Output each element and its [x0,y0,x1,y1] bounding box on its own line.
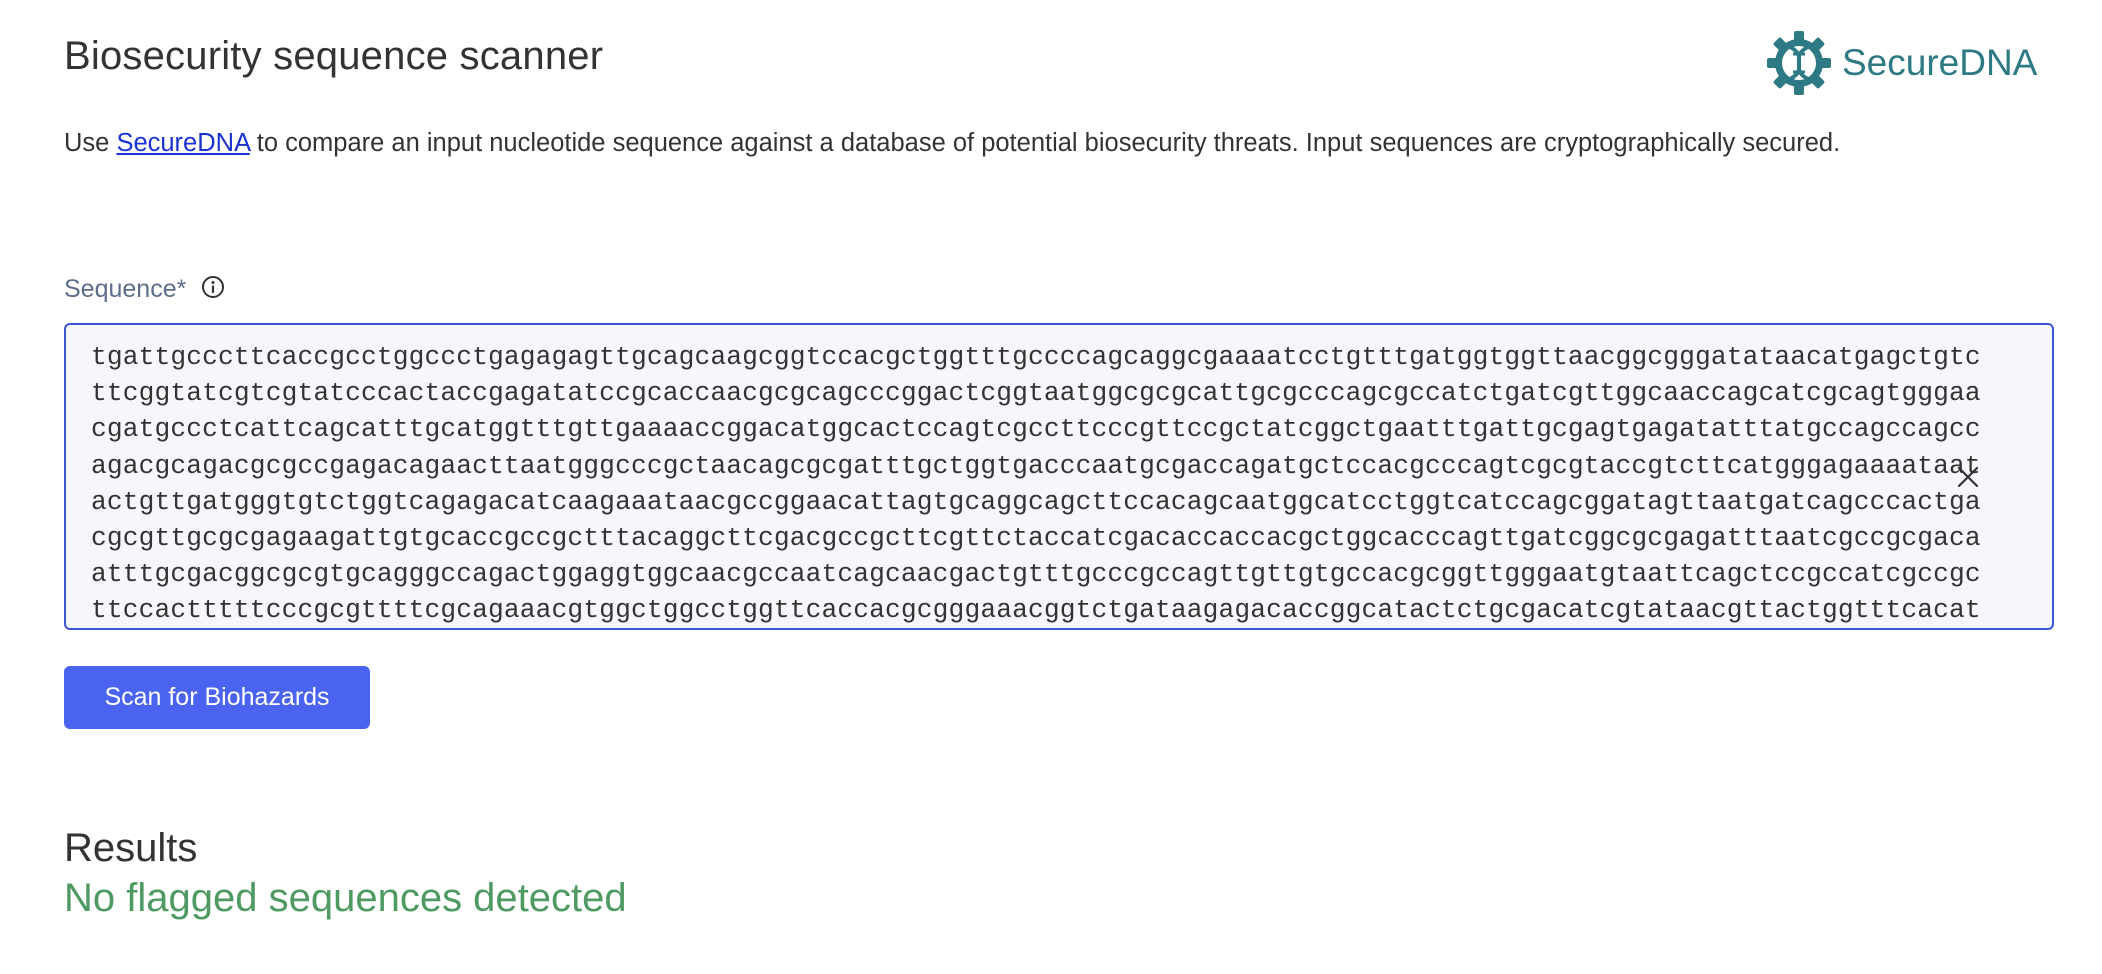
intro-suffix: to compare an input nucleotide sequence … [249,129,1841,157]
sequence-label: Sequence* [64,275,226,304]
close-icon [1957,466,1979,488]
info-circle-icon[interactable] [200,274,226,300]
sequence-line: cgatgccctcattcagcatttgcatggtttgttgaaaacc… [91,414,1981,445]
sequence-input[interactable]: tgattgcccttcaccgcctggccctgagagagttgcagca… [64,323,2054,630]
brand-logo-link[interactable]: SecureDNA [1766,30,2037,96]
sequence-text[interactable]: tgattgcccttcaccgcctggccctgagagagttgcagca… [91,339,1981,629]
sequence-line: ttcggtatcgtcgtatcccactaccgagatatccgcacca… [91,378,1981,409]
brand-name: SecureDNA [1842,42,2038,83]
results-status: No flagged sequences detected [64,876,627,920]
sequence-label-text: Sequence* [64,275,187,303]
sequence-line: actgttgatgggtgtctggtcagagacatcaagaaataac… [91,486,1981,517]
results-heading: Results [64,826,198,870]
securedna-link[interactable]: SecureDNA [116,129,249,157]
sequence-line: tgattgcccttcaccgcctggccctgagagagttgcagca… [91,342,1981,372]
sequence-line: cgcgttgcgcgagaagattgtgcaccgccgctttacaggc… [91,523,1981,554]
intro-prefix: Use [64,129,117,157]
sequence-line: ttccactttttcccgcgttttcgcagaaacgtggctggcc… [91,595,1981,626]
sequence-line: atttgcgacggcgcgtgcagggccagactggaggtggcaa… [91,559,1981,590]
page-title: Biosecurity sequence scanner [64,34,604,78]
scan-for-biohazards-button[interactable]: Scan for Biohazards [64,666,370,729]
intro-text: Use SecureDNA to compare an input nucleo… [64,129,1840,158]
sequence-line: agacgcagacgcgccgagacagaacttaatgggcccgcta… [91,450,1981,481]
dna-gear-logo-icon [1766,30,1832,96]
clear-sequence-button[interactable] [1952,461,1984,493]
